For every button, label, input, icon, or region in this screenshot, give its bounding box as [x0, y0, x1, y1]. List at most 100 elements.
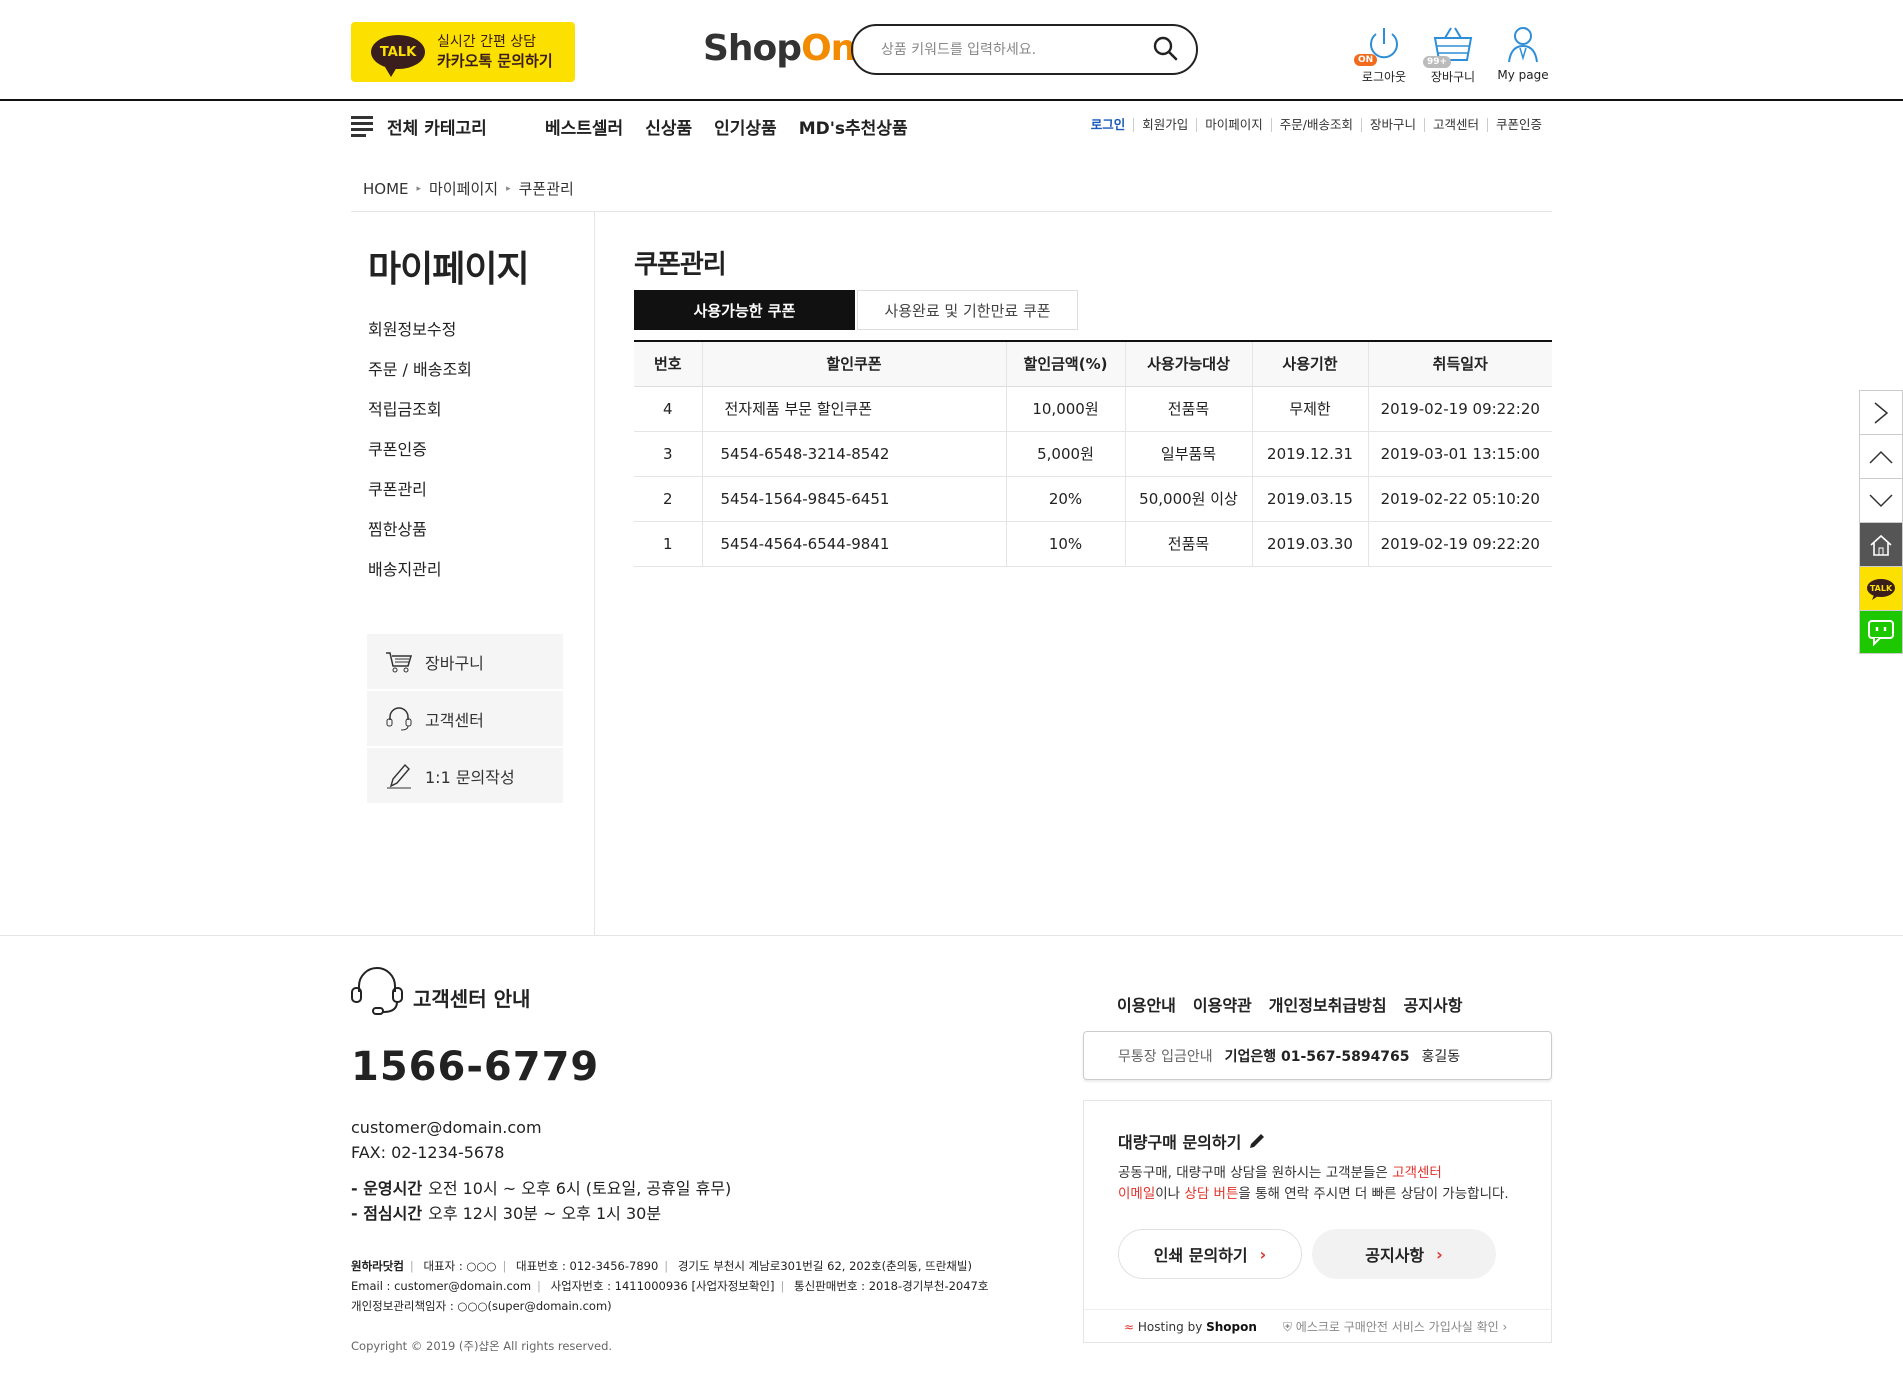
cs-email[interactable]: customer@domain.com	[351, 1118, 542, 1137]
bulk-highlight-cs: 고객센터	[1392, 1165, 1442, 1181]
col-expiry: 사용기한	[1251, 341, 1368, 387]
company-info: 원하라닷컴 | 대표자 : ○○○ | 대표번호 : 012-3456-7890 | …	[351, 1259, 989, 1313]
all-categories-button[interactable]: 전체 카테고리	[351, 113, 545, 140]
float-chat-button[interactable]	[1859, 610, 1903, 654]
footer-link-terms[interactable]: 이용약관	[1193, 992, 1252, 1016]
bank-label: 무통장 입금안내	[1118, 1048, 1213, 1065]
breadcrumb: HOME ▸ 마이페이지 ▸ 쿠폰관리	[363, 178, 574, 199]
col-target: 사용가능대상	[1124, 341, 1252, 387]
sidebar-item-points[interactable]: 적립금조회	[368, 396, 472, 436]
on-badge: ON	[1354, 54, 1378, 66]
logout-button[interactable]: ON 로그아웃	[1354, 24, 1414, 85]
util-coupon[interactable]: 쿠폰인증	[1486, 118, 1550, 132]
float-top-button[interactable]	[1859, 434, 1903, 478]
cell-acquired: 2019-02-19 09:22:20	[1367, 386, 1552, 432]
search-icon[interactable]	[1152, 35, 1178, 65]
mypage-button[interactable]: My page	[1493, 24, 1553, 82]
util-cart[interactable]: 장바구니	[1360, 118, 1424, 132]
company-salesno: 통신판매번호 : 2018-경기부천-2047호	[794, 1279, 989, 1293]
cell-coupon: 5454-1564-9845-6451	[701, 476, 1006, 522]
copyright: Copyright © 2019 (주)샵온 All rights reserv…	[351, 1339, 613, 1353]
sidebar-item-profile[interactable]: 회원정보수정	[368, 316, 472, 356]
footer-link-guide[interactable]: 이용안내	[1117, 992, 1176, 1016]
logout-label: 로그아웃	[1361, 70, 1407, 84]
escrow-link[interactable]: ⛨ 에스크로 구매안전 서비스 가입사실 확인 ›	[1283, 1318, 1507, 1335]
sidebar-item-address[interactable]: 배송지관리	[368, 556, 472, 596]
kakao-line1: 실시간 간편 상담	[437, 34, 537, 50]
table-row: 2 5454-1564-9845-6451 20% 50,000원 이상 201…	[634, 476, 1552, 522]
nav-new[interactable]: 신상품	[645, 114, 692, 139]
footer-link-privacy[interactable]: 개인정보취급방침	[1269, 992, 1387, 1016]
nav-bestseller[interactable]: 베스트셀러	[545, 114, 623, 139]
util-mypage[interactable]: 마이페이지	[1196, 118, 1271, 132]
float-next-button[interactable]	[1859, 390, 1903, 434]
util-cs[interactable]: 고객센터	[1423, 118, 1487, 132]
cell-coupon: 5454-6548-3214-8542	[701, 431, 1006, 477]
nav-md-pick[interactable]: MD's추천상품	[799, 114, 908, 139]
crumb-mypage[interactable]: 마이페이지	[429, 178, 498, 199]
cell-expiry: 2019.03.30	[1251, 521, 1368, 567]
tab-used-expired[interactable]: 사용완료 및 기한만료 쿠폰	[857, 290, 1078, 330]
cart-icon	[386, 651, 413, 672]
table-row: 4 전자제품 부문 할인쿠폰 10,000원 전품목 무제한 2019-02-1…	[634, 386, 1552, 432]
quick-cs[interactable]: 고객센터	[367, 691, 563, 747]
float-home-button[interactable]	[1859, 522, 1903, 566]
quick-cart[interactable]: 장바구니	[367, 634, 563, 690]
bank-info: 무통장 입금안내 기업은행 01-567-5894765 홍길동	[1083, 1031, 1552, 1080]
float-kakao-button[interactable]: TALK	[1859, 566, 1903, 610]
nav-popular[interactable]: 인기상품	[714, 114, 777, 139]
util-order[interactable]: 주문/배송조회	[1270, 118, 1361, 132]
logo[interactable]: ShopOn	[703, 28, 856, 69]
cell-expiry: 2019.12.31	[1251, 431, 1368, 477]
chevron-right-icon: ›	[1436, 1244, 1443, 1264]
sidebar-divider	[594, 212, 595, 935]
cart-count-badge: 99+	[1423, 56, 1452, 68]
company-bizno[interactable]: 사업자번호 : 1411000936 [사업자정보확인]	[551, 1279, 775, 1293]
shield-icon: ⛨	[1282, 1320, 1292, 1334]
company-privacy-officer: 개인정보관리책임자 : ○○○(super@domain.com)	[351, 1299, 612, 1313]
quick-inquiry[interactable]: 1:1 문의작성	[367, 748, 563, 804]
util-join[interactable]: 회원가입	[1133, 118, 1196, 132]
bank-holder: 홍길동	[1421, 1048, 1461, 1065]
cell-acquired: 2019-02-19 09:22:20	[1367, 521, 1552, 567]
hosting-info[interactable]: ≈ Hosting by Shopon	[1124, 1320, 1257, 1334]
cell-target: 전품목	[1124, 521, 1252, 567]
sidebar-item-wishlist[interactable]: 찜한상품	[368, 516, 472, 556]
sidebar-item-coupon-auth[interactable]: 쿠폰인증	[368, 436, 472, 476]
company-address: 경기도 부천시 계남로301번길 62, 202호(춘의동, 뜨란채빌)	[677, 1259, 972, 1273]
chevron-right-icon	[1874, 401, 1889, 424]
crumb-home[interactable]: HOME	[363, 180, 409, 198]
user-icon	[1508, 27, 1538, 63]
cell-discount: 10,000원	[1005, 386, 1125, 432]
bulk-footer: ≈ Hosting by Shopon ⛨ 에스크로 구매안전 서비스 가입사실…	[1084, 1309, 1551, 1343]
cart-header-button[interactable]: 99+ 장바구니	[1423, 24, 1483, 85]
all-categories-label: 전체 카테고리	[387, 118, 487, 139]
util-login[interactable]: 로그인	[1083, 118, 1134, 132]
sidebar-item-orders[interactable]: 주문 / 배송조회	[368, 356, 472, 396]
cell-target: 50,000원 이상	[1124, 476, 1252, 522]
svg-text:TALK: TALK	[1870, 584, 1893, 593]
float-bottom-button[interactable]	[1859, 478, 1903, 522]
hosting-brand: Shopon	[1206, 1319, 1257, 1334]
bulk-text-3: 을 통해 연락 주시면 더 빠른 상담이 가능합니다.	[1238, 1186, 1509, 1202]
chevron-right-icon: ▸	[416, 183, 422, 194]
bank-account: 기업은행 01-567-5894765	[1224, 1048, 1410, 1065]
kakao-line2: 카카오톡 문의하기	[437, 52, 553, 70]
search-input[interactable]	[881, 41, 1152, 58]
table-header-row: 번호 할인쿠폰 할인금액(%) 사용가능대상 사용기한 취득일자	[634, 341, 1552, 387]
cell-expiry: 무제한	[1251, 386, 1368, 432]
main-nav: 전체 카테고리 베스트셀러 신상품 인기상품 MD's추천상품	[351, 112, 930, 140]
bulk-highlight-button: 상담 버튼	[1184, 1186, 1239, 1202]
tab-available[interactable]: 사용가능한 쿠폰	[634, 290, 855, 330]
print-inquiry-button[interactable]: 인쇄 문의하기 ›	[1118, 1229, 1302, 1279]
cell-target: 전품목	[1124, 386, 1252, 432]
sidebar-item-coupon-manage[interactable]: 쿠폰관리	[368, 476, 472, 516]
mypage-label: My page	[1497, 68, 1549, 82]
notice-button[interactable]: 공지사항 ›	[1312, 1229, 1496, 1279]
quick-cart-label: 장바구니	[425, 653, 484, 673]
bulk-title: 대량구매 문의하기	[1118, 1129, 1267, 1153]
footer-link-notice[interactable]: 공지사항	[1404, 992, 1463, 1016]
cell-target: 일부품목	[1124, 431, 1252, 477]
kakao-consult-banner[interactable]: TALK 실시간 간편 상담 카카오톡 문의하기	[351, 22, 575, 82]
company-ceo: 대표자 : ○○○	[423, 1259, 497, 1273]
